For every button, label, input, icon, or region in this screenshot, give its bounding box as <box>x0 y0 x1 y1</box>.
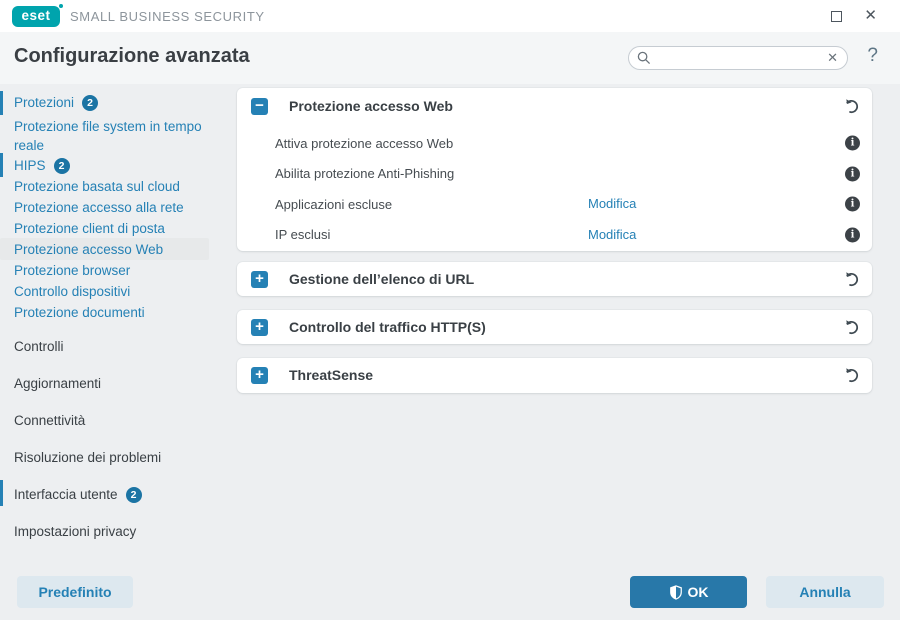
sidebar-item-connettivita[interactable]: Connettività <box>0 410 224 431</box>
sidebar-item-protezione-rete[interactable]: Protezione accesso alla rete <box>0 197 224 218</box>
sidebar-item-controllo-dispositivi[interactable]: Controllo dispositivi <box>0 281 224 302</box>
sidebar-item-protezione-file-system[interactable]: Protezione file system in tempo reale <box>0 117 206 155</box>
sidebar-item-protezioni[interactable]: Protezioni 2 <box>0 92 224 113</box>
sidebar-item-risoluzione-problemi[interactable]: Risoluzione dei problemi <box>0 447 224 468</box>
reset-icon[interactable] <box>842 270 860 288</box>
product-name: SMALL BUSINESS SECURITY <box>70 9 265 24</box>
sidebar-item-impostazioni-privacy[interactable]: Impostazioni privacy <box>0 521 224 542</box>
section-controllo-traffico-http: + Controllo del traffico HTTP(S) <box>237 310 872 344</box>
section-title: Protezione accesso Web <box>289 98 453 114</box>
sidebar-item-label: Protezione documenti <box>14 305 145 320</box>
info-icon[interactable]: i <box>845 166 860 182</box>
sidebar-item-label: Connettività <box>14 413 86 428</box>
sidebar-item-protezione-browser[interactable]: Protezione browser <box>0 260 224 281</box>
sidebar-item-protezione-cloud[interactable]: Protezione basata sul cloud <box>0 176 224 197</box>
ok-button[interactable]: OK <box>630 576 747 608</box>
search-box: ✕ <box>628 46 848 70</box>
info-icon[interactable]: i <box>845 227 860 243</box>
ok-button-label: OK <box>687 584 709 600</box>
sidebar-item-label: Aggiornamenti <box>14 376 102 391</box>
sidebar-item-label: Controlli <box>14 339 64 354</box>
sidebar-item-label: Protezione file system in tempo reale <box>14 119 202 153</box>
cancel-button[interactable]: Annulla <box>766 576 884 608</box>
reset-icon[interactable] <box>842 366 860 384</box>
search-input[interactable] <box>657 48 817 68</box>
sidebar: Protezioni 2 Protezione file system in t… <box>0 84 237 620</box>
section-rows: Attiva protezione accesso Web i Abilita … <box>237 124 872 257</box>
expand-icon[interactable]: + <box>251 366 268 384</box>
collapse-icon[interactable]: − <box>251 97 268 115</box>
setting-row: IP esclusi Modifica i <box>275 220 872 251</box>
info-icon[interactable]: i <box>845 135 860 151</box>
sidebar-item-interfaccia-utente[interactable]: Interfaccia utente 2 <box>0 484 224 505</box>
sidebar-item-label: Protezione accesso Web <box>14 241 164 257</box>
page-title: Configurazione avanzata <box>14 45 250 67</box>
admin-shield-icon <box>669 584 683 600</box>
notification-badge: 2 <box>82 94 99 111</box>
notification-badge: 2 <box>53 157 70 174</box>
sidebar-item-label: Controllo dispositivi <box>14 284 131 299</box>
notification-badge: 2 <box>125 486 142 503</box>
expand-icon[interactable]: + <box>251 318 268 336</box>
toggle-knob <box>572 145 586 160</box>
expand-icon[interactable]: + <box>251 270 268 288</box>
modifica-link-ip[interactable]: Modifica <box>588 227 636 242</box>
search-clear-icon[interactable]: ✕ <box>827 50 838 66</box>
reset-icon[interactable] <box>842 318 860 336</box>
sidebar-item-label: Interfaccia utente <box>14 487 118 502</box>
setting-row: Applicazioni escluse Modifica i <box>275 189 872 220</box>
section-header[interactable]: − Protezione accesso Web <box>237 88 872 124</box>
sidebar-item-aggiornamenti[interactable]: Aggiornamenti <box>0 373 224 394</box>
sidebar-item-label: Protezione accesso alla rete <box>14 200 184 215</box>
section-header[interactable]: + Controllo del traffico HTTP(S) <box>237 310 872 344</box>
sidebar-item-label: Protezione browser <box>14 263 131 278</box>
sidebar-item-label: HIPS <box>14 158 46 173</box>
sidebar-item-protezione-documenti[interactable]: Protezione documenti <box>0 302 224 323</box>
setting-row: Attiva protezione accesso Web i <box>275 128 872 160</box>
section-threatsense: + ThreatSense <box>237 358 872 393</box>
setting-row: Abilita protezione Anti-Phishing i <box>275 159 872 190</box>
page-header: Configurazione avanzata ✕ ? <box>0 32 900 84</box>
maximize-button[interactable] <box>831 11 842 22</box>
sidebar-item-controlli[interactable]: Controlli <box>0 336 224 357</box>
setting-label: IP esclusi <box>275 227 331 243</box>
section-header[interactable]: + ThreatSense <box>237 358 872 392</box>
info-icon[interactable]: i <box>845 196 860 212</box>
sidebar-item-protezione-accesso-web[interactable]: Protezione accesso Web <box>0 238 209 260</box>
search-icon <box>637 51 651 70</box>
section-title: Controllo del traffico HTTP(S) <box>289 319 486 335</box>
sidebar-item-label: Risoluzione dei problemi <box>14 450 162 465</box>
app-window: eset SMALL BUSINESS SECURITY ✕ Configura… <box>0 0 900 620</box>
sidebar-item-label: Protezioni <box>14 95 75 110</box>
default-button[interactable]: Predefinito <box>17 576 133 608</box>
reset-icon[interactable] <box>842 97 860 115</box>
eset-logo-icon: eset <box>12 4 63 27</box>
modifica-link-applicazioni[interactable]: Modifica <box>588 196 636 211</box>
title-bar: eset SMALL BUSINESS SECURITY ✕ <box>0 0 900 32</box>
section-title: ThreatSense <box>289 367 374 383</box>
section-protezione-accesso-web: − Protezione accesso Web Attiva protezio… <box>237 88 872 251</box>
sidebar-item-label: Impostazioni privacy <box>14 524 137 539</box>
toggle-knob <box>572 175 586 190</box>
sidebar-item-label: Protezione basata sul cloud <box>14 179 180 194</box>
setting-label: Attiva protezione accesso Web <box>275 135 454 151</box>
sidebar-item-protezione-posta[interactable]: Protezione client di posta <box>0 218 224 239</box>
section-header[interactable]: + Gestione dell’elenco di URL <box>237 262 872 296</box>
section-title: Gestione dell’elenco di URL <box>289 271 475 287</box>
sidebar-item-hips[interactable]: HIPS 2 <box>0 155 224 176</box>
setting-label: Applicazioni escluse <box>275 196 393 212</box>
setting-label: Abilita protezione Anti-Phishing <box>275 166 455 182</box>
sidebar-item-label: Protezione client di posta <box>14 221 165 236</box>
section-gestione-elenco-url: + Gestione dell’elenco di URL <box>237 262 872 296</box>
help-icon[interactable]: ? <box>867 45 878 67</box>
close-button[interactable]: ✕ <box>864 8 877 23</box>
